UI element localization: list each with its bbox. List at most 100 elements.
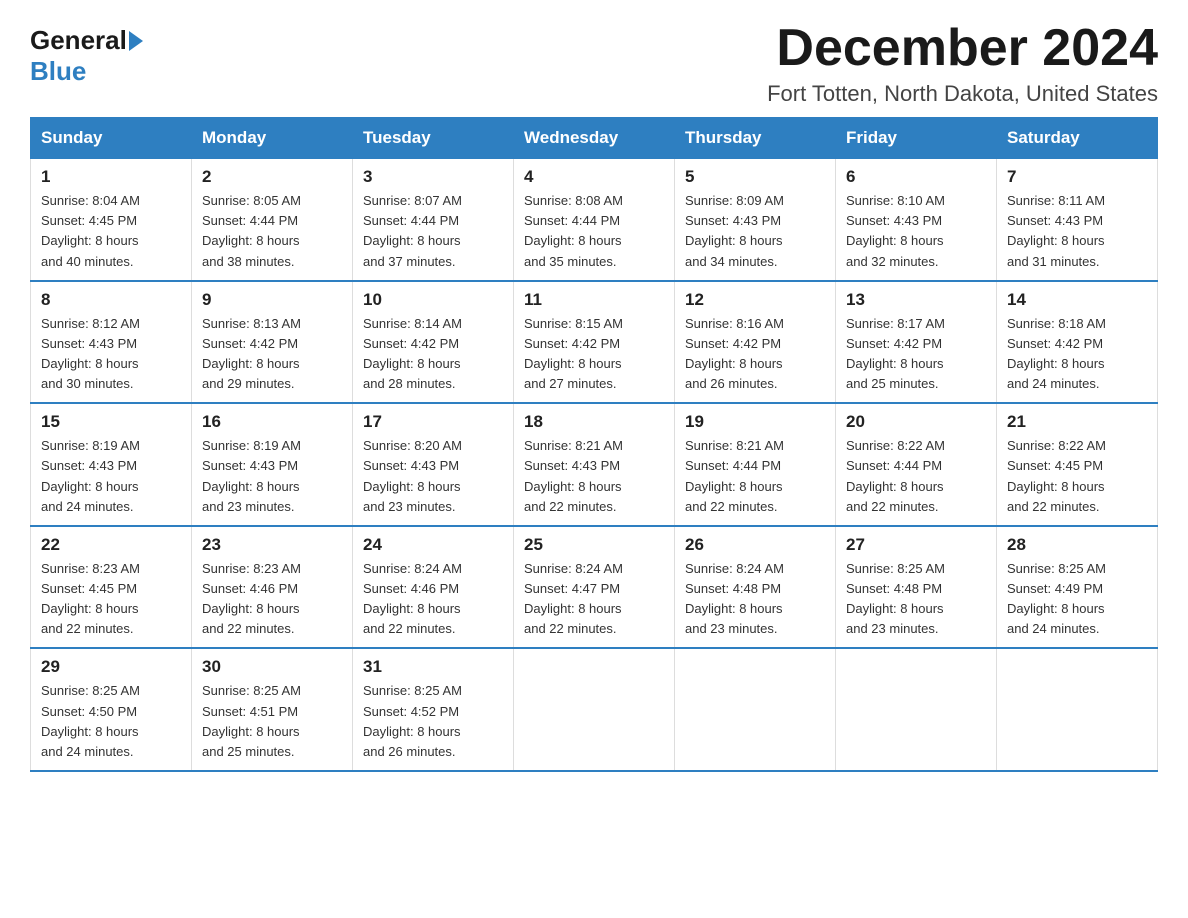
page-header: General Blue December 2024 Fort Totten, … (30, 20, 1158, 107)
day-number: 20 (846, 412, 986, 432)
day-info: Sunrise: 8:07 AMSunset: 4:44 PMDaylight:… (363, 193, 462, 268)
calendar-week-row: 8 Sunrise: 8:12 AMSunset: 4:43 PMDayligh… (31, 281, 1158, 404)
col-wednesday: Wednesday (514, 118, 675, 159)
table-row: 18 Sunrise: 8:21 AMSunset: 4:43 PMDaylig… (514, 403, 675, 526)
table-row: 11 Sunrise: 8:15 AMSunset: 4:42 PMDaylig… (514, 281, 675, 404)
day-number: 17 (363, 412, 503, 432)
calendar-table: Sunday Monday Tuesday Wednesday Thursday… (30, 117, 1158, 772)
col-sunday: Sunday (31, 118, 192, 159)
table-row (514, 648, 675, 771)
table-row: 17 Sunrise: 8:20 AMSunset: 4:43 PMDaylig… (353, 403, 514, 526)
day-info: Sunrise: 8:18 AMSunset: 4:42 PMDaylight:… (1007, 316, 1106, 391)
day-info: Sunrise: 8:15 AMSunset: 4:42 PMDaylight:… (524, 316, 623, 391)
logo: General Blue (30, 20, 145, 87)
day-info: Sunrise: 8:09 AMSunset: 4:43 PMDaylight:… (685, 193, 784, 268)
day-number: 28 (1007, 535, 1147, 555)
day-number: 14 (1007, 290, 1147, 310)
day-info: Sunrise: 8:24 AMSunset: 4:48 PMDaylight:… (685, 561, 784, 636)
day-info: Sunrise: 8:17 AMSunset: 4:42 PMDaylight:… (846, 316, 945, 391)
day-number: 6 (846, 167, 986, 187)
table-row: 10 Sunrise: 8:14 AMSunset: 4:42 PMDaylig… (353, 281, 514, 404)
day-info: Sunrise: 8:12 AMSunset: 4:43 PMDaylight:… (41, 316, 140, 391)
calendar-header-row: Sunday Monday Tuesday Wednesday Thursday… (31, 118, 1158, 159)
day-number: 12 (685, 290, 825, 310)
logo-text: General (30, 25, 145, 56)
table-row: 30 Sunrise: 8:25 AMSunset: 4:51 PMDaylig… (192, 648, 353, 771)
table-row: 19 Sunrise: 8:21 AMSunset: 4:44 PMDaylig… (675, 403, 836, 526)
day-number: 2 (202, 167, 342, 187)
day-info: Sunrise: 8:14 AMSunset: 4:42 PMDaylight:… (363, 316, 462, 391)
day-number: 23 (202, 535, 342, 555)
table-row: 27 Sunrise: 8:25 AMSunset: 4:48 PMDaylig… (836, 526, 997, 649)
day-number: 9 (202, 290, 342, 310)
logo-arrow-icon (129, 31, 143, 51)
day-info: Sunrise: 8:25 AMSunset: 4:50 PMDaylight:… (41, 683, 140, 758)
day-number: 21 (1007, 412, 1147, 432)
table-row: 14 Sunrise: 8:18 AMSunset: 4:42 PMDaylig… (997, 281, 1158, 404)
day-number: 7 (1007, 167, 1147, 187)
day-info: Sunrise: 8:05 AMSunset: 4:44 PMDaylight:… (202, 193, 301, 268)
day-number: 25 (524, 535, 664, 555)
day-info: Sunrise: 8:23 AMSunset: 4:45 PMDaylight:… (41, 561, 140, 636)
day-number: 4 (524, 167, 664, 187)
day-number: 18 (524, 412, 664, 432)
day-number: 26 (685, 535, 825, 555)
col-monday: Monday (192, 118, 353, 159)
title-area: December 2024 Fort Totten, North Dakota,… (767, 20, 1158, 107)
day-number: 3 (363, 167, 503, 187)
day-info: Sunrise: 8:04 AMSunset: 4:45 PMDaylight:… (41, 193, 140, 268)
table-row: 31 Sunrise: 8:25 AMSunset: 4:52 PMDaylig… (353, 648, 514, 771)
table-row: 26 Sunrise: 8:24 AMSunset: 4:48 PMDaylig… (675, 526, 836, 649)
col-thursday: Thursday (675, 118, 836, 159)
table-row: 3 Sunrise: 8:07 AMSunset: 4:44 PMDayligh… (353, 159, 514, 281)
logo-blue-text: Blue (30, 56, 86, 87)
day-info: Sunrise: 8:11 AMSunset: 4:43 PMDaylight:… (1007, 193, 1105, 268)
month-title: December 2024 (767, 20, 1158, 77)
day-info: Sunrise: 8:22 AMSunset: 4:44 PMDaylight:… (846, 438, 945, 513)
day-info: Sunrise: 8:25 AMSunset: 4:52 PMDaylight:… (363, 683, 462, 758)
day-info: Sunrise: 8:25 AMSunset: 4:48 PMDaylight:… (846, 561, 945, 636)
col-saturday: Saturday (997, 118, 1158, 159)
day-info: Sunrise: 8:24 AMSunset: 4:47 PMDaylight:… (524, 561, 623, 636)
col-tuesday: Tuesday (353, 118, 514, 159)
table-row (836, 648, 997, 771)
table-row: 28 Sunrise: 8:25 AMSunset: 4:49 PMDaylig… (997, 526, 1158, 649)
day-number: 27 (846, 535, 986, 555)
day-number: 16 (202, 412, 342, 432)
table-row: 20 Sunrise: 8:22 AMSunset: 4:44 PMDaylig… (836, 403, 997, 526)
calendar-week-row: 29 Sunrise: 8:25 AMSunset: 4:50 PMDaylig… (31, 648, 1158, 771)
day-number: 31 (363, 657, 503, 677)
day-number: 1 (41, 167, 181, 187)
calendar-week-row: 22 Sunrise: 8:23 AMSunset: 4:45 PMDaylig… (31, 526, 1158, 649)
day-number: 5 (685, 167, 825, 187)
day-number: 11 (524, 290, 664, 310)
table-row: 6 Sunrise: 8:10 AMSunset: 4:43 PMDayligh… (836, 159, 997, 281)
day-info: Sunrise: 8:25 AMSunset: 4:51 PMDaylight:… (202, 683, 301, 758)
day-number: 13 (846, 290, 986, 310)
table-row: 13 Sunrise: 8:17 AMSunset: 4:42 PMDaylig… (836, 281, 997, 404)
day-info: Sunrise: 8:25 AMSunset: 4:49 PMDaylight:… (1007, 561, 1106, 636)
day-number: 15 (41, 412, 181, 432)
col-friday: Friday (836, 118, 997, 159)
day-info: Sunrise: 8:19 AMSunset: 4:43 PMDaylight:… (41, 438, 140, 513)
day-number: 22 (41, 535, 181, 555)
location-text: Fort Totten, North Dakota, United States (767, 81, 1158, 107)
table-row: 9 Sunrise: 8:13 AMSunset: 4:42 PMDayligh… (192, 281, 353, 404)
day-info: Sunrise: 8:16 AMSunset: 4:42 PMDaylight:… (685, 316, 784, 391)
table-row: 7 Sunrise: 8:11 AMSunset: 4:43 PMDayligh… (997, 159, 1158, 281)
day-info: Sunrise: 8:08 AMSunset: 4:44 PMDaylight:… (524, 193, 623, 268)
day-info: Sunrise: 8:10 AMSunset: 4:43 PMDaylight:… (846, 193, 945, 268)
table-row: 29 Sunrise: 8:25 AMSunset: 4:50 PMDaylig… (31, 648, 192, 771)
day-info: Sunrise: 8:13 AMSunset: 4:42 PMDaylight:… (202, 316, 301, 391)
logo-general: General (30, 25, 127, 56)
table-row: 4 Sunrise: 8:08 AMSunset: 4:44 PMDayligh… (514, 159, 675, 281)
day-number: 30 (202, 657, 342, 677)
day-number: 29 (41, 657, 181, 677)
table-row: 2 Sunrise: 8:05 AMSunset: 4:44 PMDayligh… (192, 159, 353, 281)
table-row: 15 Sunrise: 8:19 AMSunset: 4:43 PMDaylig… (31, 403, 192, 526)
day-info: Sunrise: 8:21 AMSunset: 4:43 PMDaylight:… (524, 438, 623, 513)
table-row: 1 Sunrise: 8:04 AMSunset: 4:45 PMDayligh… (31, 159, 192, 281)
day-number: 24 (363, 535, 503, 555)
table-row: 25 Sunrise: 8:24 AMSunset: 4:47 PMDaylig… (514, 526, 675, 649)
calendar-week-row: 15 Sunrise: 8:19 AMSunset: 4:43 PMDaylig… (31, 403, 1158, 526)
